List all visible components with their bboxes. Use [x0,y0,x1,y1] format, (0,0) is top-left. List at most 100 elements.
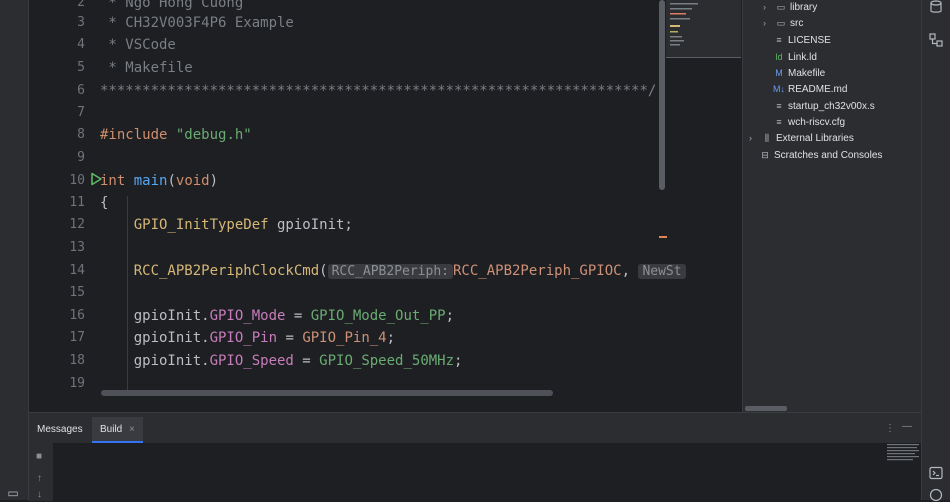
warning-marker[interactable] [659,236,667,238]
line-number: 19 [69,376,85,391]
code-line-4: * VSCode [100,37,176,53]
value: GPIO_Pin_4 [302,330,387,346]
field: GPIO_Mode [209,308,286,324]
more-options-icon[interactable]: ⋮ [885,423,895,434]
code-line-3: * CH32V003F4P6 Example [100,15,294,31]
structure-icon[interactable] [929,33,943,47]
operator: = [285,308,311,324]
function-call: RCC_APB2PeriphClockCmd [133,263,320,279]
paren: ( [167,173,176,189]
function-name: main [133,173,168,189]
tree-item-label: Scratches and Consoles [774,150,883,161]
tree-item-label: wch-riscv.cfg [788,117,846,128]
return-type: int [100,173,126,189]
paren: ) [209,173,219,189]
param-void: void [175,173,210,189]
tree-item-label: External Libraries [776,133,854,144]
operator: = [293,353,320,369]
code-line-5: * Makefile [100,60,193,76]
build-output[interactable] [53,443,921,501]
tab-label: Build [100,424,123,435]
tree-item-label: LICENSE [788,35,831,46]
project-tree-panel: › ▭ library › ▭ src ≡ LICENSE ld Link.ld M Make… [742,0,922,412]
tree-item-readme[interactable]: M↓ README.md [773,81,847,97]
tab-label: Messages [37,424,83,435]
editor-vertical-scrollbar[interactable] [659,0,665,190]
tree-item-src[interactable]: › ▭ src [763,15,803,31]
line-number: 10 [69,173,85,188]
tree-item-label: README.md [788,84,848,95]
stop-icon[interactable]: ■ [36,451,42,462]
arrow-up-icon[interactable]: ↑ [37,473,42,484]
tree-item-label: startup_ch32v00x.s [788,101,875,112]
line-number: 5 [77,60,85,75]
text-file-icon: ≡ [776,35,782,45]
project-horizontal-scrollbar[interactable] [745,406,787,411]
text-file-icon: ≡ [776,101,782,111]
param-hint: RCC_APB2Periph: [327,264,453,279]
line-number: 15 [69,285,85,300]
variable-decl: gpioInit; [268,217,353,233]
minimize-icon[interactable]: — [902,421,912,432]
tree-item-scratches[interactable]: ⊟ Scratches and Consoles [759,147,882,163]
tree-item-wch-riscv[interactable]: ≡ wch-riscv.cfg [773,114,845,130]
line-number: 14 [69,263,85,278]
tree-item-label: Makefile [788,68,826,79]
indent-guide [127,196,128,396]
code-line-6: ****************************************… [100,83,657,99]
tree-item-library[interactable]: › ▭ library [763,0,817,15]
semicolon: ; [386,330,396,346]
code-line-17: gpioInit.GPIO_Pin = GPIO_Pin_4; [100,327,395,349]
folder-icon: ▭ [776,18,786,28]
chevron-right-icon[interactable]: › [749,130,759,146]
line-number: 4 [77,37,85,52]
paren: ( [319,263,328,279]
tree-item-link-ld[interactable]: ld Link.ld [773,49,817,65]
arrow-down-icon[interactable]: ↓ [37,489,42,500]
tree-item-label: Link.ld [788,52,817,63]
type-name: GPIO_InitTypeDef [133,217,269,233]
build-minimap [887,444,919,461]
tree-item-label: library [790,2,818,13]
object: gpioInit. [133,353,210,369]
object: gpioInit. [133,308,210,324]
code-line-12: GPIO_InitTypeDef gpioInit; [100,214,353,236]
line-number: 16 [69,308,85,323]
tree-item-external-libraries[interactable]: › ⫼ External Libraries [749,130,854,146]
makefile-icon: M [775,68,783,78]
tab-messages[interactable]: Messages [29,417,91,443]
code-line-16: gpioInit.GPIO_Mode = GPIO_Mode_Out_PP; [100,305,454,327]
code-line-8: #include "debug.h" [100,124,252,146]
tree-item-makefile[interactable]: M Makefile [773,65,825,81]
code-line-18: gpioInit.GPIO_Speed = GPIO_Speed_50MHz; [100,350,463,372]
line-number: 12 [69,217,85,232]
left-tool-strip: ▭ [0,0,29,500]
chevron-right-icon[interactable]: › [763,15,773,31]
code-line-10: int main(void) [100,170,218,192]
editor-horizontal-scrollbar[interactable] [101,390,553,396]
close-icon[interactable]: × [129,424,135,435]
tree-item-startup[interactable]: ≡ startup_ch32v00x.s [773,98,875,114]
argument: RCC_APB2Periph_GPIOC [453,263,622,279]
code-line-14: RCC_APB2PeriphClockCmd(RCC_APB2Periph: RC… [100,260,686,282]
line-number: 11 [69,195,85,210]
include-file: "debug.h" [175,127,252,143]
tab-build[interactable]: Build × [92,417,143,443]
chevron-right-icon[interactable]: › [763,0,773,15]
terminal-icon[interactable] [929,466,943,480]
ld-file-icon: ld [775,52,783,62]
tree-item-license[interactable]: ≡ LICENSE [773,32,831,48]
line-number: 17 [69,330,85,345]
comma: , [621,263,639,279]
folder-icon: ▭ [776,2,786,12]
build-tool-window: Messages Build × ⋮ — ■ ↑ ↓ [29,412,921,501]
value: GPIO_Mode_Out_PP [310,308,446,324]
line-number: 8 [77,127,85,142]
line-number: 3 [77,15,85,30]
database-icon[interactable] [929,0,943,14]
markdown-icon: M↓ [773,84,785,94]
include-directive: #include [100,127,168,143]
code-editor[interactable]: 2 3 4 5 6 7 8 9 10 11 12 13 14 15 16 17 … [29,0,741,412]
terminal-run-icon[interactable]: ▭ [6,486,20,500]
minimap[interactable] [666,0,741,75]
